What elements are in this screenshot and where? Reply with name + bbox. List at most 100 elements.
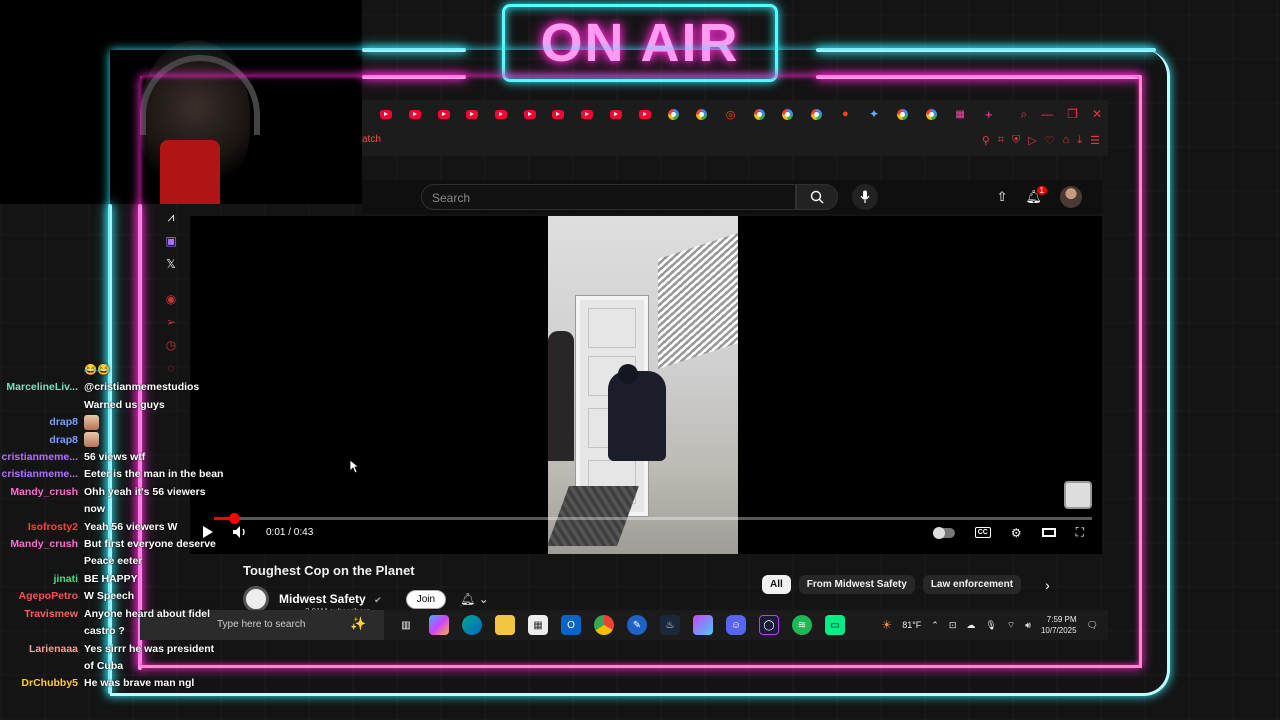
tab-youtube-7[interactable]	[544, 109, 573, 119]
clock-icon[interactable]: ◷	[166, 338, 176, 352]
tab-youtube-9[interactable]	[602, 109, 631, 119]
chat-username[interactable]: MarcelineLiv...	[0, 379, 84, 414]
search-input[interactable]: Search	[421, 184, 796, 210]
tray-chevron-icon[interactable]: ⌃	[931, 620, 939, 631]
close-icon[interactable]: ✕	[1092, 107, 1102, 121]
shield-icon[interactable]: ⛨	[1012, 134, 1020, 147]
chat-username[interactable]: Mandy_crush	[0, 484, 84, 519]
tab-reddit-1[interactable]: ◎	[716, 108, 745, 121]
captions-button[interactable]: CC	[974, 527, 991, 538]
address-bar-fragment[interactable]: atch	[362, 134, 381, 145]
fullscreen-icon[interactable]: ⛶	[1076, 525, 1084, 540]
heart-icon[interactable]: ♡	[1045, 134, 1055, 147]
download-icon[interactable]: ⤓	[1077, 134, 1082, 147]
tab-reddit-2[interactable]: ●	[831, 108, 860, 120]
steam-icon[interactable]: ♨	[660, 615, 680, 635]
progress-bar[interactable]	[214, 513, 1092, 524]
play-icon[interactable]: ▷	[1028, 134, 1036, 147]
theater-mode-icon[interactable]	[1041, 528, 1056, 537]
chat-username[interactable]: drap8	[0, 414, 84, 431]
new-tab-button[interactable]: +	[974, 107, 1003, 122]
chat-username[interactable]: jinati	[0, 571, 84, 588]
upload-icon[interactable]: ⇧	[997, 189, 1008, 205]
tab-youtube-4[interactable]	[458, 109, 487, 119]
terminal-icon[interactable]: ▭	[825, 615, 845, 635]
twitch-icon[interactable]: ▣	[165, 234, 176, 248]
tab-chrome-6[interactable]	[888, 108, 917, 120]
wifi-icon[interactable]: ⌔	[1007, 620, 1015, 631]
settings-gear-icon[interactable]: ⚙	[1011, 526, 1022, 540]
outlook-icon[interactable]: O	[561, 615, 581, 635]
voice-search-button[interactable]	[852, 184, 878, 210]
lock-icon[interactable]: ⌂	[1063, 134, 1070, 147]
network-icon[interactable]: ⊡	[949, 620, 957, 631]
arrow-up-icon[interactable]: ⩘	[168, 210, 175, 225]
avatar[interactable]	[1060, 186, 1082, 208]
spotify-icon[interactable]: ≋	[792, 615, 812, 635]
mic-icon[interactable]: 🎙︎	[985, 620, 996, 631]
tab-gemini[interactable]: ✦	[860, 107, 889, 121]
chip-from-channel[interactable]: From Midwest Safety	[798, 575, 915, 594]
chat-username[interactable]	[0, 362, 84, 379]
restore-icon[interactable]: ❐	[1067, 107, 1078, 121]
notification-center-icon[interactable]: 🗨︎	[1087, 620, 1098, 631]
chat-username[interactable]: Larienaaa	[0, 641, 84, 676]
capcut-icon[interactable]	[693, 615, 713, 635]
channel-avatar[interactable]	[243, 586, 269, 612]
chevron-right-icon[interactable]: ›	[1045, 577, 1050, 593]
tab-chrome-3[interactable]	[745, 108, 774, 120]
tab-grid[interactable]: ▦	[946, 109, 975, 120]
crop-icon[interactable]: ⌗	[998, 134, 1004, 147]
x-icon[interactable]: 𝕏	[166, 257, 176, 271]
channel-watermark[interactable]	[1064, 481, 1092, 509]
opera-icon[interactable]: ◯	[759, 615, 779, 635]
minimize-icon[interactable]: —	[1041, 107, 1053, 121]
tab-youtube-6[interactable]	[515, 109, 544, 119]
tab-chrome-7[interactable]	[917, 108, 946, 120]
subscribe-bell-icon[interactable]: 🔔︎ ⌄	[460, 592, 489, 606]
chat-username[interactable]: Mandy_crush	[0, 536, 84, 571]
send-icon[interactable]: ➢	[166, 315, 176, 329]
volume-icon[interactable]: 🔊︎	[1025, 620, 1031, 631]
search-tabs-icon[interactable]: ⌕	[1020, 107, 1027, 122]
volume-icon[interactable]	[232, 525, 248, 539]
tab-youtube-8[interactable]	[573, 109, 602, 119]
search-button[interactable]	[796, 184, 838, 210]
chip-all[interactable]: All	[762, 575, 791, 594]
tab-youtube-2[interactable]	[401, 109, 430, 119]
chat-username[interactable]: AgepoPetro	[0, 588, 84, 605]
copilot-icon[interactable]	[429, 615, 449, 635]
notifications-button[interactable]: 🔔︎ 1	[1025, 186, 1047, 205]
chat-username[interactable]: DrChubby5	[0, 675, 84, 692]
scrubber-handle[interactable]	[229, 513, 241, 524]
chrome-icon[interactable]	[594, 615, 614, 635]
store-icon[interactable]: ▦	[528, 615, 548, 635]
tab-youtube-1[interactable]	[372, 109, 401, 119]
tab-chrome-4[interactable]	[774, 108, 803, 120]
tab-youtube-5[interactable]	[487, 109, 516, 119]
tab-chrome-2[interactable]	[688, 108, 717, 120]
video-player[interactable]: 0:01 / 0:43 CC ⚙ ⛶	[190, 216, 1102, 554]
tab-chrome-1[interactable]	[659, 108, 688, 120]
join-button[interactable]: Join	[405, 589, 447, 609]
channel-name[interactable]: Midwest Safety	[279, 592, 366, 606]
chat-username[interactable]: Isofrosty2	[0, 519, 84, 536]
chat-username[interactable]: cristianmeme...	[0, 466, 84, 483]
clock[interactable]: 7:59 PM 10/7/2025	[1041, 614, 1077, 636]
autoplay-toggle[interactable]	[932, 526, 955, 539]
chat-username[interactable]: cristianmeme...	[0, 449, 84, 466]
chip-law-enforcement[interactable]: Law enforcement	[922, 575, 1022, 594]
onedrive-icon[interactable]: ☁	[966, 620, 975, 631]
chat-username[interactable]: Travismew	[0, 606, 84, 641]
discord-icon[interactable]: ☺	[726, 615, 746, 635]
tab-chrome-5[interactable]	[802, 108, 831, 120]
file-explorer-icon[interactable]	[495, 615, 515, 635]
weather-temp[interactable]: 81°F	[902, 620, 921, 630]
task-view-icon[interactable]: ▥	[396, 615, 416, 635]
circle-play-icon[interactable]: ◉	[166, 292, 176, 306]
tab-youtube-3[interactable]	[429, 109, 458, 119]
tab-youtube-10[interactable]	[630, 109, 659, 119]
chat-username[interactable]: drap8	[0, 432, 84, 449]
menu-icon[interactable]: ☰	[1090, 134, 1100, 147]
pin-icon[interactable]: ⚲	[982, 134, 990, 147]
